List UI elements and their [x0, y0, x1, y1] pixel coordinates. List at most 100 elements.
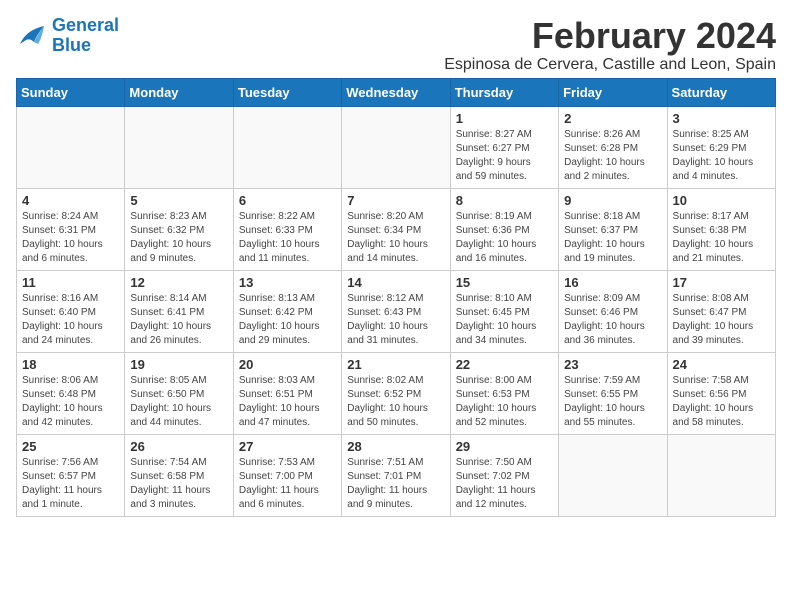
day-info: Sunrise: 8:17 AMSunset: 6:38 PMDaylight:…	[673, 210, 770, 266]
calendar-cell: 16 Sunrise: 8:09 AMSunset: 6:46 PMDayligh…	[559, 270, 667, 352]
day-number: 1	[456, 111, 553, 126]
day-info: Sunrise: 8:10 AMSunset: 6:45 PMDaylight:…	[456, 292, 553, 348]
calendar-cell	[667, 434, 775, 516]
calendar-cell: 10 Sunrise: 8:17 AMSunset: 6:38 PMDayligh…	[667, 188, 775, 270]
day-number: 10	[673, 193, 770, 208]
calendar-cell: 1 Sunrise: 8:27 AMSunset: 6:27 PMDaylight…	[450, 106, 558, 188]
day-info: Sunrise: 7:59 AMSunset: 6:55 PMDaylight:…	[564, 374, 661, 430]
calendar-cell: 18Sunrise: 8:06 AMSunset: 6:48 PMDayligh…	[17, 352, 125, 434]
day-number: 26	[130, 439, 227, 454]
calendar-cell: 21 Sunrise: 8:02 AMSunset: 6:52 PMDayligh…	[342, 352, 450, 434]
day-header-thursday: Thursday	[450, 78, 558, 106]
day-info: Sunrise: 8:19 AMSunset: 6:36 PMDaylight:…	[456, 210, 553, 266]
day-number: 29	[456, 439, 553, 454]
calendar-cell	[559, 434, 667, 516]
day-info: Sunrise: 7:58 AMSunset: 6:56 PMDaylight:…	[673, 374, 770, 430]
calendar-cell	[125, 106, 233, 188]
day-info: Sunrise: 8:02 AMSunset: 6:52 PMDaylight:…	[347, 374, 444, 430]
day-number: 17	[673, 275, 770, 290]
day-number: 11	[22, 275, 119, 290]
calendar-week-4: 18Sunrise: 8:06 AMSunset: 6:48 PMDayligh…	[17, 352, 776, 434]
calendar-week-2: 4 Sunrise: 8:24 AMSunset: 6:31 PMDaylight…	[17, 188, 776, 270]
day-number: 23	[564, 357, 661, 372]
day-number: 15	[456, 275, 553, 290]
calendar-cell: 7 Sunrise: 8:20 AMSunset: 6:34 PMDaylight…	[342, 188, 450, 270]
calendar-table: SundayMondayTuesdayWednesdayThursdayFrid…	[16, 78, 776, 517]
day-info: Sunrise: 7:54 AMSunset: 6:58 PMDaylight:…	[130, 456, 227, 512]
day-info: Sunrise: 8:26 AMSunset: 6:28 PMDaylight:…	[564, 128, 661, 184]
month-title: February 2024	[444, 16, 776, 56]
calendar-cell: 13 Sunrise: 8:13 AMSunset: 6:42 PMDayligh…	[233, 270, 341, 352]
day-number: 14	[347, 275, 444, 290]
day-number: 4	[22, 193, 119, 208]
day-info: Sunrise: 8:16 AMSunset: 6:40 PMDaylight:…	[22, 292, 119, 348]
day-number: 12	[130, 275, 227, 290]
day-header-friday: Friday	[559, 78, 667, 106]
day-number: 2	[564, 111, 661, 126]
calendar-cell: 20 Sunrise: 8:03 AMSunset: 6:51 PMDayligh…	[233, 352, 341, 434]
day-info: Sunrise: 8:03 AMSunset: 6:51 PMDaylight:…	[239, 374, 336, 430]
location-title: Espinosa de Cervera, Castille and Leon, …	[444, 56, 776, 74]
day-info: Sunrise: 8:14 AMSunset: 6:41 PMDaylight:…	[130, 292, 227, 348]
calendar-cell: 12 Sunrise: 8:14 AMSunset: 6:41 PMDayligh…	[125, 270, 233, 352]
day-header-tuesday: Tuesday	[233, 78, 341, 106]
day-info: Sunrise: 7:50 AMSunset: 7:02 PMDaylight:…	[456, 456, 553, 512]
day-number: 3	[673, 111, 770, 126]
day-number: 25	[22, 439, 119, 454]
calendar-cell: 15 Sunrise: 8:10 AMSunset: 6:45 PMDayligh…	[450, 270, 558, 352]
page-header: General Blue February 2024 Espinosa de C…	[16, 16, 776, 74]
calendar-week-5: 25 Sunrise: 7:56 AMSunset: 6:57 PMDayligh…	[17, 434, 776, 516]
calendar-cell: 9Sunrise: 8:18 AMSunset: 6:37 PMDaylight…	[559, 188, 667, 270]
calendar-cell: 11 Sunrise: 8:16 AMSunset: 6:40 PMDayligh…	[17, 270, 125, 352]
day-info: Sunrise: 8:05 AMSunset: 6:50 PMDaylight:…	[130, 374, 227, 430]
day-number: 19	[130, 357, 227, 372]
day-number: 16	[564, 275, 661, 290]
day-number: 28	[347, 439, 444, 454]
day-info: Sunrise: 8:12 AMSunset: 6:43 PMDaylight:…	[347, 292, 444, 348]
calendar-cell: 17 Sunrise: 8:08 AMSunset: 6:47 PMDayligh…	[667, 270, 775, 352]
day-number: 20	[239, 357, 336, 372]
day-info: Sunrise: 8:25 AMSunset: 6:29 PMDaylight:…	[673, 128, 770, 184]
calendar-cell: 29 Sunrise: 7:50 AMSunset: 7:02 PMDayligh…	[450, 434, 558, 516]
day-info: Sunrise: 7:56 AMSunset: 6:57 PMDaylight:…	[22, 456, 119, 512]
day-header-wednesday: Wednesday	[342, 78, 450, 106]
calendar-cell: 3 Sunrise: 8:25 AMSunset: 6:29 PMDaylight…	[667, 106, 775, 188]
day-number: 13	[239, 275, 336, 290]
day-info: Sunrise: 8:18 AMSunset: 6:37 PMDaylight:…	[564, 210, 661, 266]
day-info: Sunrise: 8:27 AMSunset: 6:27 PMDaylight:…	[456, 128, 553, 184]
day-info: Sunrise: 8:22 AMSunset: 6:33 PMDaylight:…	[239, 210, 336, 266]
calendar-cell: 23 Sunrise: 7:59 AMSunset: 6:55 PMDayligh…	[559, 352, 667, 434]
calendar-cell: 2 Sunrise: 8:26 AMSunset: 6:28 PMDaylight…	[559, 106, 667, 188]
title-block: February 2024 Espinosa de Cervera, Casti…	[444, 16, 776, 74]
calendar-cell: 24 Sunrise: 7:58 AMSunset: 6:56 PMDayligh…	[667, 352, 775, 434]
day-info: Sunrise: 8:08 AMSunset: 6:47 PMDaylight:…	[673, 292, 770, 348]
calendar-week-1: 1 Sunrise: 8:27 AMSunset: 6:27 PMDaylight…	[17, 106, 776, 188]
calendar-cell: 27Sunrise: 7:53 AMSunset: 7:00 PMDayligh…	[233, 434, 341, 516]
day-info: Sunrise: 8:23 AMSunset: 6:32 PMDaylight:…	[130, 210, 227, 266]
calendar-cell: 26 Sunrise: 7:54 AMSunset: 6:58 PMDayligh…	[125, 434, 233, 516]
calendar-cell: 4 Sunrise: 8:24 AMSunset: 6:31 PMDaylight…	[17, 188, 125, 270]
day-header-monday: Monday	[125, 78, 233, 106]
day-number: 5	[130, 193, 227, 208]
calendar-cell	[342, 106, 450, 188]
day-number: 24	[673, 357, 770, 372]
day-number: 6	[239, 193, 336, 208]
day-info: Sunrise: 8:24 AMSunset: 6:31 PMDaylight:…	[22, 210, 119, 266]
day-header-saturday: Saturday	[667, 78, 775, 106]
day-info: Sunrise: 8:20 AMSunset: 6:34 PMDaylight:…	[347, 210, 444, 266]
logo-blue: Blue	[52, 35, 91, 55]
day-number: 27	[239, 439, 336, 454]
day-number: 18	[22, 357, 119, 372]
day-info: Sunrise: 8:13 AMSunset: 6:42 PMDaylight:…	[239, 292, 336, 348]
calendar-cell: 5 Sunrise: 8:23 AMSunset: 6:32 PMDaylight…	[125, 188, 233, 270]
calendar-cell	[17, 106, 125, 188]
logo-icon	[16, 22, 48, 50]
day-number: 8	[456, 193, 553, 208]
day-info: Sunrise: 8:09 AMSunset: 6:46 PMDaylight:…	[564, 292, 661, 348]
day-number: 21	[347, 357, 444, 372]
day-number: 22	[456, 357, 553, 372]
calendar-cell: 25 Sunrise: 7:56 AMSunset: 6:57 PMDayligh…	[17, 434, 125, 516]
calendar-cell: 14 Sunrise: 8:12 AMSunset: 6:43 PMDayligh…	[342, 270, 450, 352]
calendar-header-row: SundayMondayTuesdayWednesdayThursdayFrid…	[17, 78, 776, 106]
day-number: 7	[347, 193, 444, 208]
